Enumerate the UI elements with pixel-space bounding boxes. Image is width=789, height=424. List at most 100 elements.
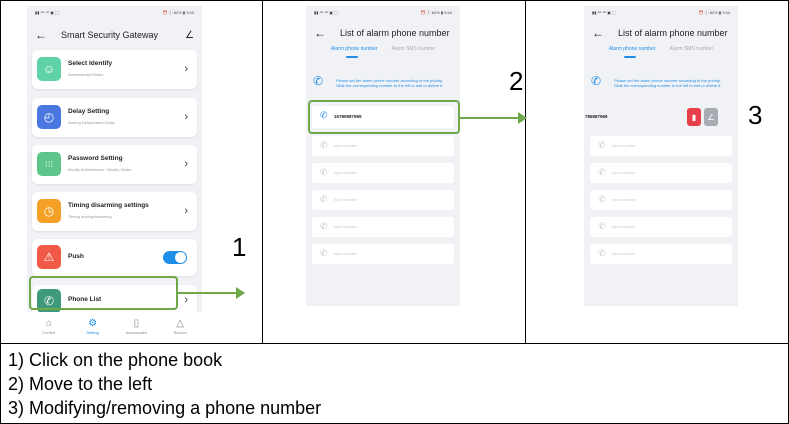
cell-screen-3: ▮▮ ⁴ᴳ ⁴ᴳ ▣ ⬚ ⏰ ⓘ 62% ▮ 9:44 ← List of al… — [526, 0, 789, 344]
phone-icon: ✆ — [320, 248, 328, 258]
warning-icon: ⚠ — [37, 245, 61, 269]
phone-icon: ✆ — [313, 74, 324, 88]
input-placeholder: Input number — [334, 143, 358, 148]
tab-label: Setting — [86, 329, 99, 335]
chevron-right-icon: › — [184, 111, 188, 123]
accessories-icon: ▯ — [133, 317, 140, 329]
tab-setting[interactable]: ⚙ Setting — [71, 312, 115, 340]
input-placeholder: Input number — [612, 170, 636, 175]
bottom-tab-bar: ⌂ Control ⚙ Setting ▯ Accessories △ Record — [27, 312, 202, 340]
item-title: Push — [68, 253, 84, 260]
phone-number: 785987969 — [585, 114, 608, 119]
input-placeholder: Input number — [334, 251, 358, 256]
status-left: ▮▮ ⁴ᴳ ⁴ᴳ ▣ ⬚ — [314, 10, 338, 15]
chevron-right-icon: › — [184, 158, 188, 170]
instructions: 1) Click on the phone book 2) Move to th… — [8, 348, 321, 420]
phone-icon: ✆ — [598, 140, 606, 150]
edit-button[interactable]: ∠ — [704, 108, 718, 126]
phone-input-row[interactable]: ✆ Input number — [590, 190, 732, 210]
header: ← List of alarm phone number — [306, 20, 460, 46]
page-title: Smart Security Gateway — [61, 30, 159, 40]
step-2-text: 2) Move to the left — [8, 374, 153, 394]
tab-label: Control — [42, 329, 56, 335]
cell-screen-1: ▮▮ ⁴ᴳ ⁴ᴳ ▣ ⬚ ⏰ ⓘ 62% ▮ 9:43 ← Smart Secu… — [0, 0, 263, 344]
highlight-box — [308, 100, 460, 134]
phone-icon: ✆ — [591, 74, 602, 88]
phone-input-row[interactable]: ✆ Input number — [590, 217, 732, 237]
phone-input-row[interactable]: ✆ Input number — [312, 217, 454, 237]
push-item: ⚠ Push — [32, 239, 197, 276]
person-icon: ☺ — [37, 57, 61, 81]
input-placeholder: Input number — [612, 251, 636, 256]
tab-alarm-sms[interactable]: Alarm SMS number — [670, 46, 714, 52]
edit-icon[interactable]: ∠ — [185, 30, 194, 41]
tab-label: Accessories — [125, 329, 148, 335]
item-subtitle: Arming Delay/Alarm Delay — [68, 120, 115, 125]
screenshots-row: ▮▮ ⁴ᴳ ⁴ᴳ ▣ ⬚ ⏰ ⓘ 62% ▮ 9:43 ← Smart Secu… — [0, 0, 789, 344]
input-placeholder: Input number — [334, 197, 358, 202]
tab-underline — [346, 56, 358, 58]
pencil-icon: ∠ — [707, 112, 715, 122]
item-subtitle: Timing arming/disarming — [68, 214, 112, 219]
phone-icon: ✆ — [320, 140, 328, 150]
phone-input-row[interactable]: ✆ Input number — [590, 163, 732, 183]
status-bar: ▮▮ ⁴ᴳ ⁴ᴳ ▣ ⬚ ⏰ ⓘ 62% ▮ 9:43 — [27, 6, 202, 20]
timer-icon: ◷ — [37, 199, 61, 223]
step-number-3: 3 — [748, 100, 763, 130]
phone-icon: ✆ — [320, 194, 328, 204]
tab-control[interactable]: ⌂ Control — [27, 312, 71, 340]
chevron-right-icon: › — [184, 63, 188, 75]
step-number-2: 2 — [509, 66, 524, 96]
status-bar: ▮▮ ⁴ᴳ ⁴ᴳ ▣ ⬚ ⏰ ⓘ 62% ▮ 9:44 — [584, 6, 738, 20]
cell-screen-2: ▮▮ ⁴ᴳ ⁴ᴳ ▣ ⬚ ⏰ ⓘ 62% ▮ 9:44 ← List of al… — [263, 0, 527, 344]
item-subtitle: Administrator/Visitor — [68, 72, 104, 77]
step-3-text: 3) Modifying/removing a phone number — [8, 398, 322, 418]
phone-icon: ✆ — [598, 167, 606, 177]
status-bar: ▮▮ ⁴ᴳ ⁴ᴳ ▣ ⬚ ⏰ ⓘ 62% ▮ 9:44 — [306, 6, 460, 20]
notice-text: Please set the alarm phone number accord… — [614, 78, 722, 88]
chevron-right-icon: › — [184, 205, 188, 217]
phone-icon: ✆ — [320, 167, 328, 177]
phone-screen-3: ▮▮ ⁴ᴳ ⁴ᴳ ▣ ⬚ ⏰ ⓘ 62% ▮ 9:44 ← List of al… — [584, 6, 738, 306]
tab-strip: Alarm phone number Alarm SMS number — [306, 46, 460, 52]
tab-underline — [624, 56, 636, 58]
item-title: Password Setting — [68, 155, 123, 162]
push-toggle[interactable] — [163, 251, 187, 264]
trash-icon: ▮ — [691, 112, 697, 122]
status-right: ⏰ ⓘ 62% ▮ 9:44 — [420, 10, 452, 15]
keypad-icon: ⁝⁝⁝ — [37, 152, 61, 176]
tab-alarm-sms[interactable]: Alarm SMS number — [392, 46, 436, 52]
gear-icon: ⚙ — [88, 317, 98, 329]
back-arrow-icon[interactable]: ← — [314, 26, 326, 40]
select-identify-item[interactable]: ☺ Select Identify Administrator/Visitor … — [32, 50, 197, 89]
password-setting-item[interactable]: ⁝⁝⁝ Password Setting Modify Administrato… — [32, 145, 197, 184]
back-arrow-icon[interactable]: ← — [592, 26, 604, 40]
phone-icon: ✆ — [320, 221, 328, 231]
alert-icon: △ — [176, 317, 184, 329]
tab-alarm-phone[interactable]: Alarm phone number — [331, 46, 378, 52]
phone-input-row[interactable]: ✆ Input number — [312, 163, 454, 183]
notice-text: Please set the alarm phone number accord… — [336, 78, 444, 88]
delay-setting-item[interactable]: ◴ Delay Setting Arming Delay/Alarm Delay… — [32, 98, 197, 137]
chevron-right-icon: › — [184, 294, 188, 306]
timing-disarming-item[interactable]: ◷ Timing disarming settings Timing armin… — [32, 192, 197, 231]
phone-input-row[interactable]: ✆ Input number — [312, 136, 454, 156]
swiped-phone-row[interactable]: 785987969 ▮ ∠ — [584, 106, 738, 128]
tab-record[interactable]: △ Record — [158, 312, 202, 340]
header: ← List of alarm phone number — [584, 20, 738, 46]
phone-input-row[interactable]: ✆ Input number — [590, 136, 732, 156]
phone-input-row[interactable]: ✆ Input number — [590, 244, 732, 264]
tab-accessories[interactable]: ▯ Accessories — [115, 312, 159, 340]
input-placeholder: Input number — [334, 224, 358, 229]
status-left: ▮▮ ⁴ᴳ ⁴ᴳ ▣ ⬚ — [35, 10, 59, 15]
delete-button[interactable]: ▮ — [687, 108, 701, 126]
phone-input-row[interactable]: ✆ Input number — [312, 244, 454, 264]
arrow-right-icon — [460, 112, 527, 124]
arrow-right-icon — [178, 287, 245, 299]
tab-alarm-phone[interactable]: Alarm phone number — [609, 46, 656, 52]
page-title: List of alarm phone number — [340, 28, 450, 38]
phone-icon: ✆ — [598, 194, 606, 204]
back-arrow-icon[interactable]: ← — [35, 28, 47, 42]
input-placeholder: Input number — [612, 143, 636, 148]
phone-input-row[interactable]: ✆ Input number — [312, 190, 454, 210]
